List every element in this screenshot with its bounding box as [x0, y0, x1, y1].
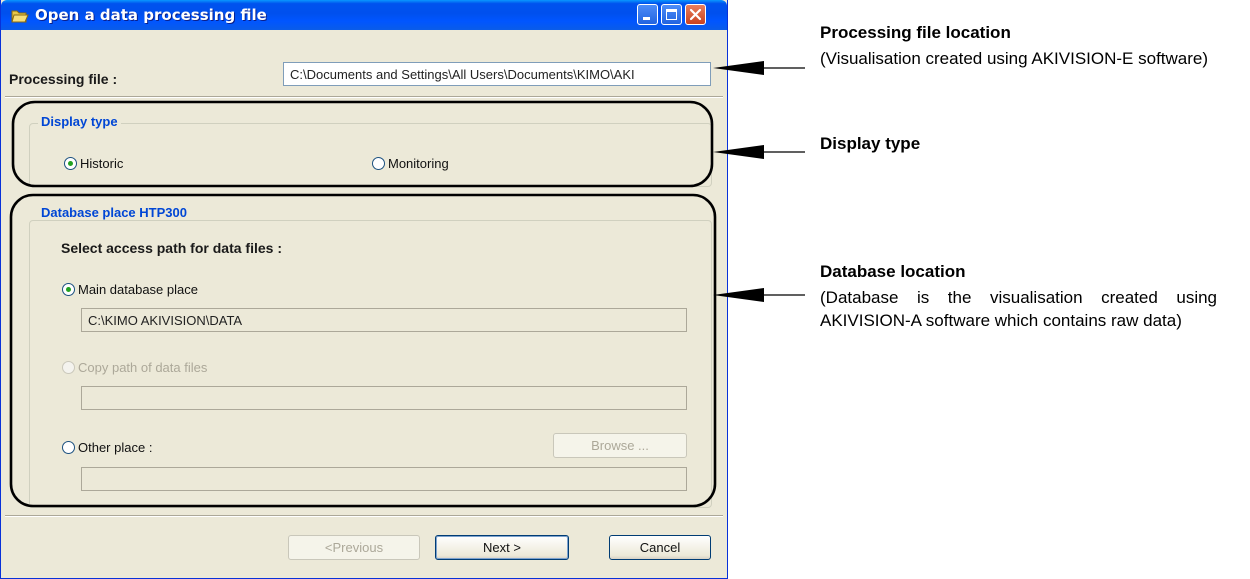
copy-path-field[interactable] [81, 386, 687, 410]
main-database-label: Main database place [78, 282, 198, 297]
historic-radio[interactable] [64, 157, 77, 170]
copy-path-radio[interactable] [62, 361, 75, 374]
minimize-button[interactable] [637, 4, 658, 25]
cancel-button[interactable]: Cancel [609, 535, 711, 560]
processing-file-label: Processing file : [9, 71, 118, 87]
other-place-path-field[interactable] [81, 467, 687, 491]
monitoring-radio[interactable] [372, 157, 385, 170]
database-title: Database place HTP300 [38, 205, 190, 220]
window-title: Open a data processing file [35, 6, 267, 24]
annotation-processing-desc: (Visualisation created using AKIVISION-E… [820, 49, 1209, 68]
folder-open-icon [11, 8, 29, 23]
annotation-processing-title: Processing file location [820, 23, 1011, 42]
annotation-database-desc: (Database is the visualisation created u… [820, 288, 1217, 330]
title-bar[interactable]: Open a data processing file [1, 0, 727, 30]
main-database-path-field[interactable]: C:\KIMO AKIVISION\DATA [81, 308, 687, 332]
other-place-radio[interactable] [62, 441, 75, 454]
dialog-window: Open a data processing file Processing f… [0, 0, 728, 579]
maximize-button[interactable] [661, 4, 682, 25]
annotation-database-title: Database location [820, 262, 966, 281]
display-type-title: Display type [38, 114, 121, 129]
close-icon [689, 8, 702, 21]
separator [5, 96, 723, 98]
monitoring-label: Monitoring [388, 156, 449, 171]
previous-button[interactable]: <Previous [288, 535, 420, 560]
processing-file-field[interactable]: C:\Documents and Settings\All Users\Docu… [283, 62, 711, 86]
other-place-label: Other place : [78, 440, 153, 455]
footer-separator [5, 515, 723, 517]
historic-label: Historic [80, 156, 124, 171]
minimize-icon [643, 17, 650, 20]
main-database-radio[interactable] [62, 283, 75, 296]
browse-button[interactable]: Browse ... [553, 433, 687, 458]
copy-path-label: Copy path of data files [78, 360, 208, 375]
maximize-icon [666, 9, 677, 20]
next-button[interactable]: Next > [435, 535, 569, 560]
access-path-prompt: Select access path for data files : [61, 240, 282, 256]
display-type-group [29, 123, 712, 187]
close-button[interactable] [685, 4, 706, 25]
annotation-display-title: Display type [820, 134, 921, 153]
